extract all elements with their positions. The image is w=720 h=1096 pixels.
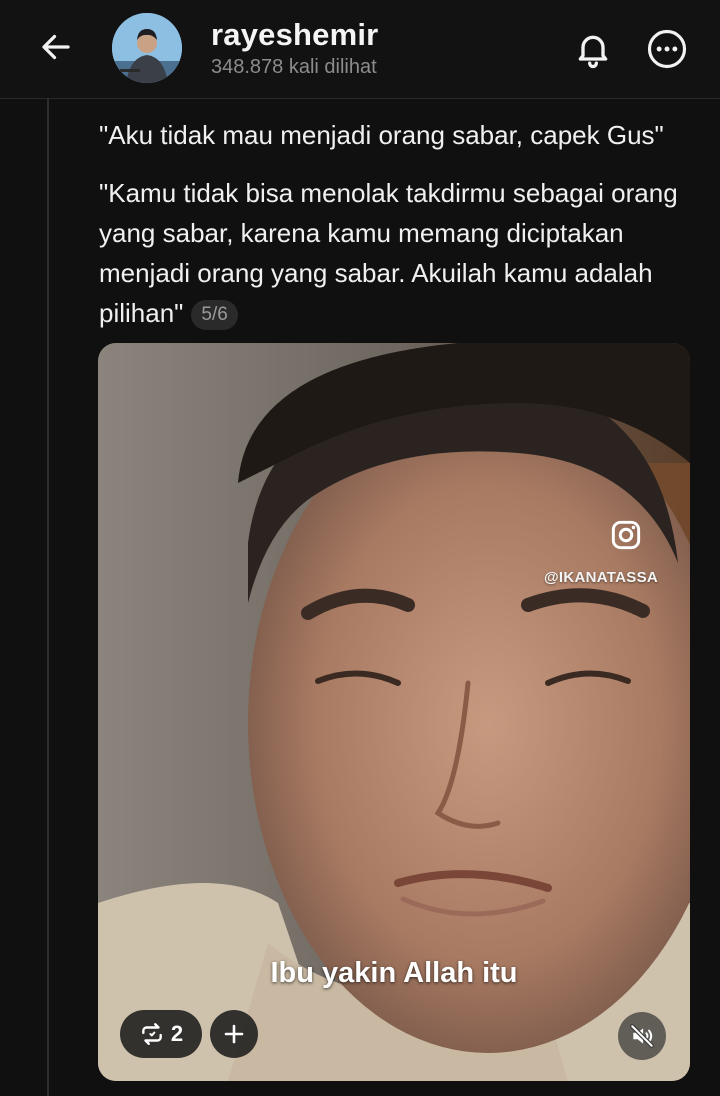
notifications-button[interactable] (570, 26, 616, 72)
avatar-image (112, 13, 182, 83)
add-button[interactable] (210, 1010, 258, 1058)
video-subtitle: Ibu yakin Allah itu (270, 957, 518, 989)
plus-icon (224, 1024, 244, 1044)
thread-line (47, 99, 49, 1096)
muted-speaker-icon (630, 1024, 654, 1048)
watermark-handle: @IKANATASSA (544, 569, 659, 586)
arrow-left-icon (42, 34, 70, 60)
repost-button[interactable]: 2 (120, 1010, 202, 1058)
post-text-quote-1: "Aku tidak mau menjadi orang sabar, cape… (99, 120, 664, 150)
view-count: 348.878 kali dilihat (211, 56, 377, 78)
avatar[interactable] (112, 13, 182, 83)
repost-icon (142, 1023, 162, 1045)
back-button[interactable] (36, 27, 76, 67)
instagram-icon (611, 520, 641, 550)
top-bar: rayeshemir 348.878 kali dilihat (0, 0, 720, 99)
page-counter-badge: 5/6 (191, 300, 238, 330)
video-player[interactable]: @IKANATASSA Ibu yakin Allah itu 2 (98, 343, 690, 1081)
bell-icon (578, 35, 608, 69)
post-text-quote-2: "Kamu tidak bisa menolak takdirmu sebaga… (99, 173, 699, 333)
username[interactable]: rayeshemir (211, 17, 378, 53)
mute-toggle-button[interactable] (618, 1012, 666, 1060)
more-options-icon (647, 29, 687, 69)
post-text-quote-2-body: "Kamu tidak bisa menolak takdirmu sebaga… (99, 178, 678, 328)
repost-count: 2 (170, 1021, 184, 1046)
more-options-button[interactable] (645, 27, 689, 71)
